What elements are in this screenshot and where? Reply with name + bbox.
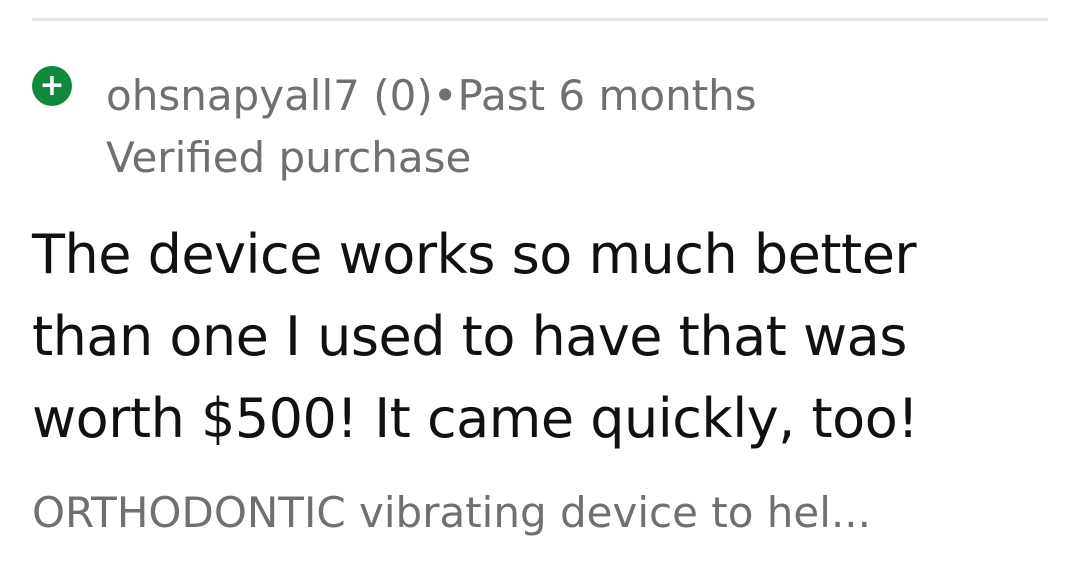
- review-time: Past 6 months: [457, 71, 757, 120]
- review-meta: ohsnapyall7 (0)•Past 6 months Verified p…: [106, 66, 757, 188]
- review-text: The device works so much better than one…: [32, 214, 1052, 460]
- product-title-link[interactable]: ORTHODONTIC vibrating device to hel...: [32, 486, 1052, 540]
- review-text-line: The device works so much better: [32, 223, 917, 286]
- meta-separator: •: [432, 71, 458, 120]
- verified-purchase-label: Verified purchase: [106, 133, 472, 182]
- reviewer-rating-count: (0): [373, 71, 433, 120]
- review-text-line: worth $500! It came quickly, too!: [32, 387, 919, 450]
- positive-feedback-icon: +: [32, 66, 72, 106]
- reviewer-username[interactable]: ohsnapyall7: [106, 71, 360, 120]
- top-divider: [32, 18, 1048, 21]
- review-text-line: than one I used to have that was: [32, 305, 907, 368]
- reviewer-line: ohsnapyall7 (0)•Past 6 months: [106, 66, 757, 126]
